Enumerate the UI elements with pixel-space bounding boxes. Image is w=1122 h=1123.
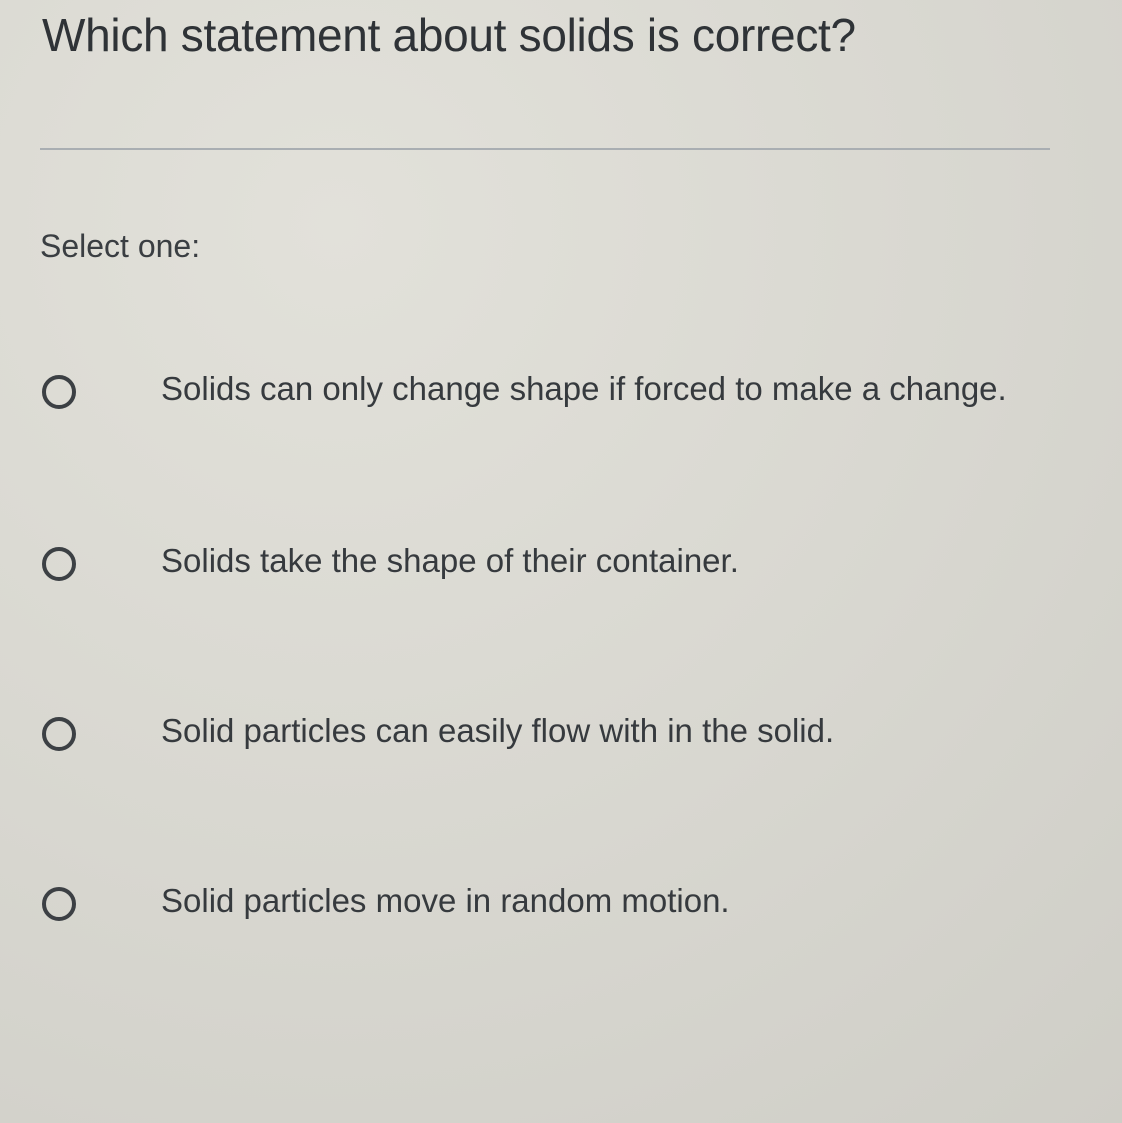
radio-button-2[interactable] xyxy=(42,547,76,581)
radio-button-1[interactable] xyxy=(42,375,76,409)
answer-option-label[interactable]: Solid particles can easily flow with in … xyxy=(161,712,834,750)
answer-option-label[interactable]: Solids take the shape of their container… xyxy=(161,542,739,580)
answer-option-1[interactable]: Solids can only change shape if forced t… xyxy=(38,358,1118,428)
answer-option-label[interactable]: Solid particles move in random motion. xyxy=(161,882,730,920)
answer-option-3[interactable]: Solid particles can easily flow with in … xyxy=(38,700,1118,770)
answer-option-label[interactable]: Solids can only change shape if forced t… xyxy=(161,370,1007,408)
answer-option-2[interactable]: Solids take the shape of their container… xyxy=(38,530,1118,600)
answer-option-4[interactable]: Solid particles move in random motion. xyxy=(38,870,1118,940)
answer-options: Solids can only change shape if forced t… xyxy=(0,0,1122,1123)
radio-button-3[interactable] xyxy=(42,717,76,751)
radio-button-4[interactable] xyxy=(42,887,76,921)
